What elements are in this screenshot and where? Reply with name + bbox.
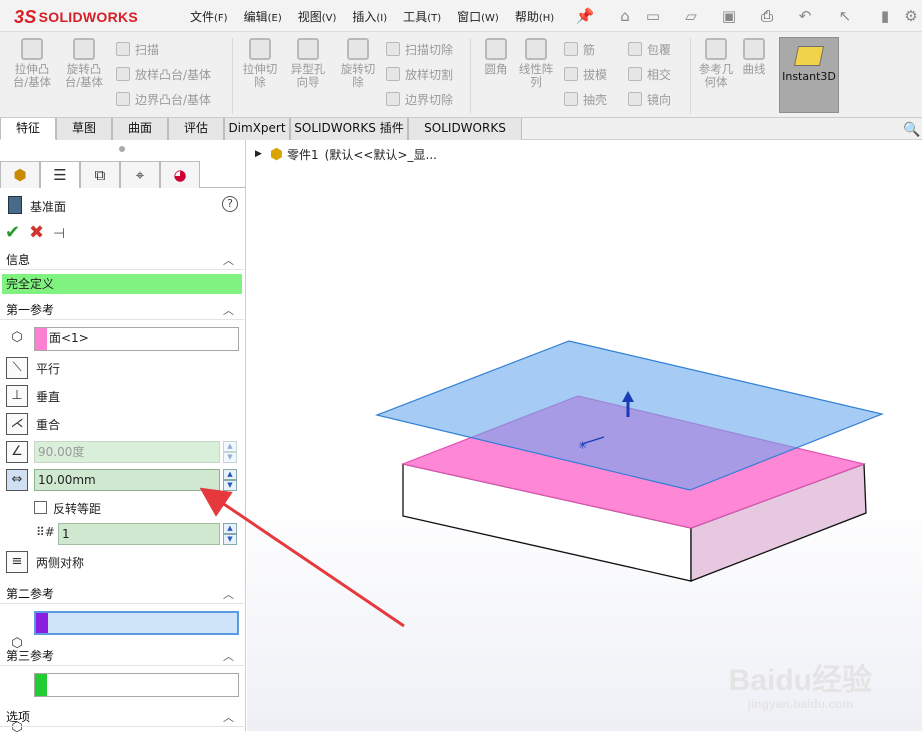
origin-marker-icon: ✳: [578, 439, 587, 452]
annotation-arrow: [199, 487, 405, 628]
model-graphics: ✳: [199, 340, 885, 628]
baidu-watermark: Baidu经验 jingyan.baidu.com: [728, 664, 872, 712]
